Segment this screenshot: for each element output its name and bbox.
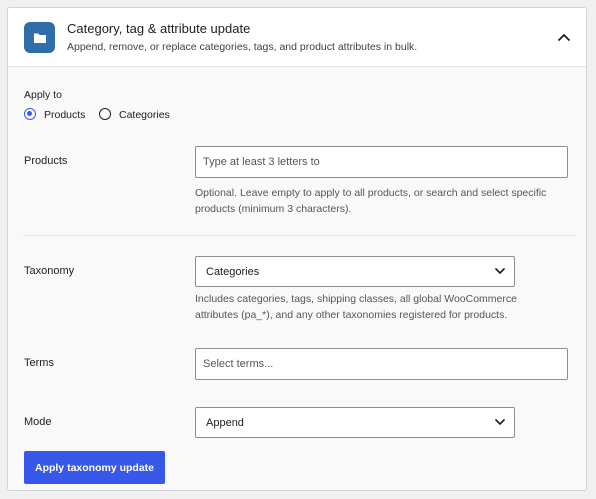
radio-products-label[interactable]: Products xyxy=(44,109,85,121)
collapse-button[interactable] xyxy=(553,27,575,47)
chevron-up-icon xyxy=(557,33,571,41)
apply-taxonomy-update-button[interactable]: Apply taxonomy update xyxy=(24,451,165,484)
taxonomy-select-value: Categories xyxy=(206,266,260,278)
radio-products[interactable] xyxy=(24,108,36,120)
panel-header[interactable]: Category, tag & attribute update Append,… xyxy=(8,8,586,67)
panel-body: Apply to Products Categories Products Op… xyxy=(8,67,586,490)
products-search-input[interactable] xyxy=(195,146,568,178)
panel-title: Category, tag & attribute update xyxy=(67,21,251,36)
terms-input[interactable] xyxy=(195,348,568,380)
mode-select-value: Append xyxy=(206,417,244,429)
panel-subtitle: Append, remove, or replace categories, t… xyxy=(67,41,418,53)
taxonomy-update-panel: Category, tag & attribute update Append,… xyxy=(7,7,587,491)
mode-select[interactable]: Append xyxy=(195,407,515,438)
products-label: Products xyxy=(24,155,68,167)
taxonomy-select[interactable]: Categories xyxy=(195,256,515,287)
apply-to-label: Apply to xyxy=(24,89,62,101)
products-help-text: Optional. Leave empty to apply to all pr… xyxy=(195,187,547,215)
folder-icon xyxy=(24,22,55,53)
taxonomy-label: Taxonomy xyxy=(24,265,75,277)
radio-categories[interactable] xyxy=(99,108,111,120)
chevron-down-icon xyxy=(494,267,506,275)
section-divider xyxy=(23,235,576,236)
taxonomy-help-text: Includes categories, tags, shipping clas… xyxy=(195,293,517,321)
chevron-down-icon xyxy=(494,418,506,426)
radio-categories-label[interactable]: Categories xyxy=(119,109,170,121)
terms-label: Terms xyxy=(24,357,54,369)
mode-label: Mode xyxy=(24,416,52,428)
